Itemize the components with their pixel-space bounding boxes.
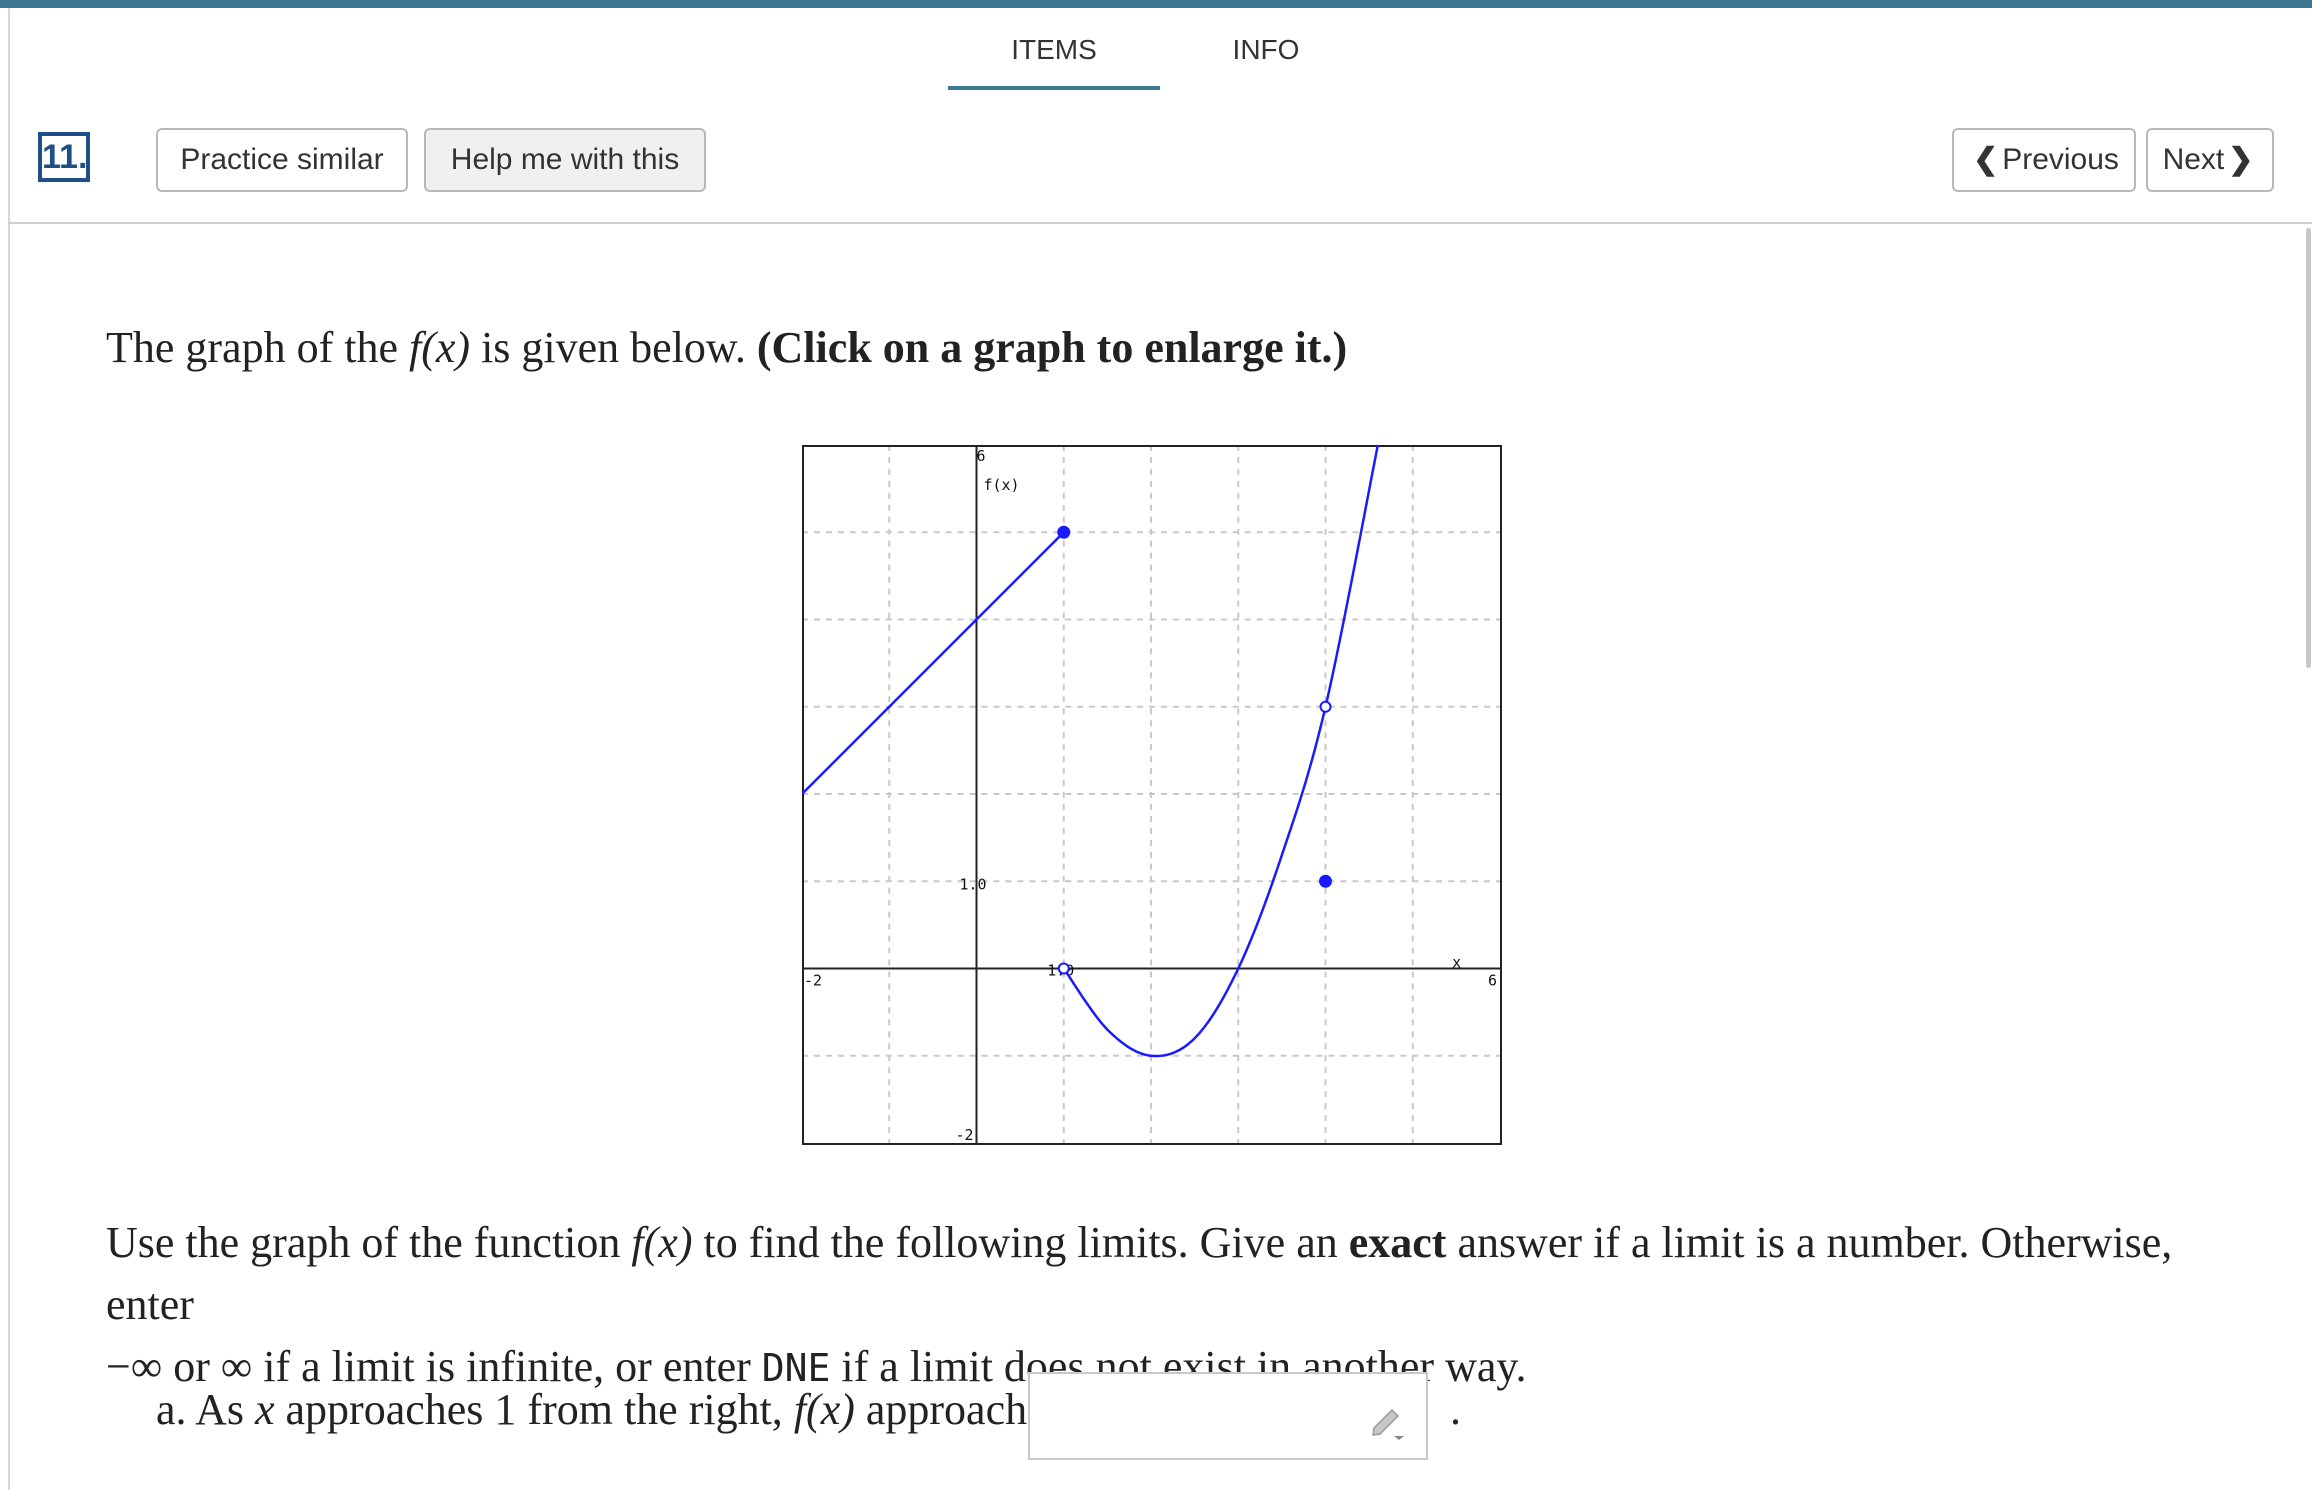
tick-label-ymin: -2 (956, 1126, 974, 1144)
grid-lines (802, 445, 1501, 1144)
tick-label-y-one: 1.0 (960, 876, 987, 894)
instructions-text: to find the following limits. Give an (692, 1218, 1349, 1267)
next-label: Next (2162, 143, 2225, 176)
question-a-variable: x (255, 1385, 275, 1434)
intro-function: f(x) (409, 323, 471, 372)
question-a-function: f(x) (793, 1385, 855, 1434)
next-button[interactable]: Next ❯ (2146, 128, 2274, 192)
instructions-paragraph: Use the graph of the function f(x) to fi… (106, 1212, 2226, 1399)
closed-point-marker (1057, 525, 1071, 539)
previous-button[interactable]: ❮ Previous (1952, 128, 2136, 192)
question-a-prompt: a. As x approaches 1 from the right, f(x… (156, 1384, 1064, 1435)
intro-text-after: is given below. (470, 323, 757, 372)
chevron-left-icon: ❮ (1973, 143, 1999, 176)
chevron-right-icon: ❯ (2228, 143, 2254, 176)
tab-bar: ITEMS INFO (948, 30, 1372, 90)
practice-similar-button[interactable]: Practice similar (156, 128, 408, 192)
previous-label: Previous (2002, 143, 2119, 176)
function-graph[interactable]: f(x) x 6 -2 -2 6 1.0 1.0 (802, 444, 1502, 1146)
question-a-text: approaches 1 from the right, (274, 1385, 794, 1434)
left-border (8, 8, 10, 1490)
closed-point-marker (1319, 874, 1332, 888)
y-axis-label: f(x) (983, 476, 1019, 494)
intro-text: The graph of the (106, 323, 409, 372)
open-point-marker (1319, 700, 1332, 713)
graph-markers (1057, 525, 1332, 975)
header-divider (8, 222, 2312, 224)
question-a-text: a. As (156, 1385, 255, 1434)
help-me-button[interactable]: Help me with this (424, 128, 706, 192)
tab-info[interactable]: INFO (1160, 30, 1372, 90)
neg-infinity-symbol: −∞ (106, 1342, 163, 1391)
instructions-function: f(x) (631, 1218, 693, 1267)
question-intro: The graph of the f(x) is given below. (C… (106, 322, 1347, 373)
x-axis-label: x (1452, 954, 1461, 972)
intro-enlarge-hint: (Click on a graph to enlarge it.) (756, 323, 1348, 372)
top-accent-bar (0, 0, 2312, 8)
tab-items[interactable]: ITEMS (948, 30, 1160, 90)
tick-label-xmin: -2 (804, 971, 822, 989)
open-point-marker (1057, 962, 1070, 975)
answer-input-a[interactable] (1028, 1372, 1428, 1460)
tick-label-xmax: 6 (1488, 971, 1497, 989)
scrollbar[interactable] (2306, 228, 2311, 668)
question-a-period: . (1450, 1385, 1461, 1434)
question-number-badge: 11. (38, 132, 90, 182)
instructions-exact: exact (1348, 1218, 1447, 1267)
graph-segment-curve (1062, 444, 1380, 1058)
graph-segment-linear (802, 531, 1065, 795)
instructions-text: Use the graph of the function (106, 1218, 632, 1267)
pencil-icon[interactable] (1368, 1400, 1408, 1440)
tick-label-ymax: 6 (977, 447, 986, 465)
